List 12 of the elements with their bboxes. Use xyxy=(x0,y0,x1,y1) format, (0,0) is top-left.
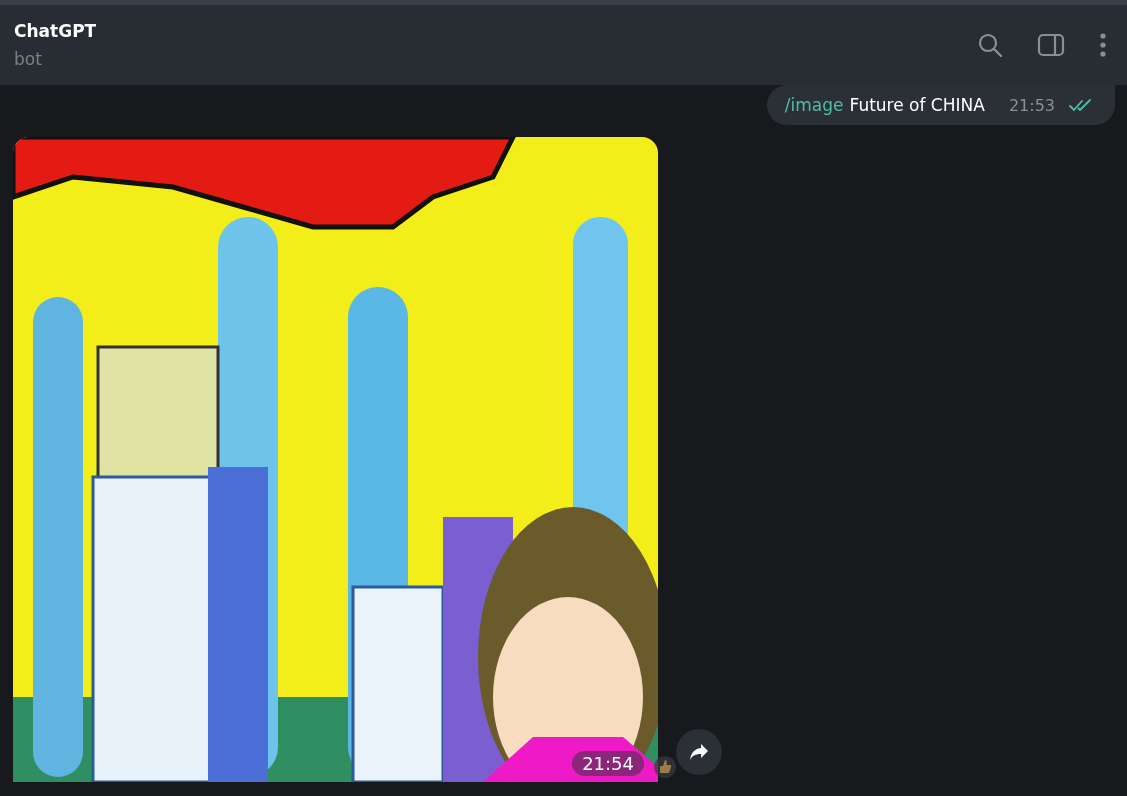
share-arrow-icon xyxy=(689,743,709,761)
chat-title: ChatGPT xyxy=(14,21,97,41)
bot-command-link[interactable]: /image xyxy=(784,95,844,115)
thumbs-up-icon[interactable] xyxy=(654,756,676,778)
forward-button[interactable] xyxy=(676,729,722,775)
sidebar-toggle-icon[interactable] xyxy=(1037,33,1065,57)
message-text: Future of CHINA xyxy=(849,95,985,115)
chat-subtitle: bot xyxy=(14,49,43,69)
menu-icon[interactable] xyxy=(1099,32,1107,58)
search-icon[interactable] xyxy=(977,32,1003,58)
message-time: 21:54 xyxy=(572,751,644,776)
message-time: 21:53 xyxy=(1008,95,1055,115)
